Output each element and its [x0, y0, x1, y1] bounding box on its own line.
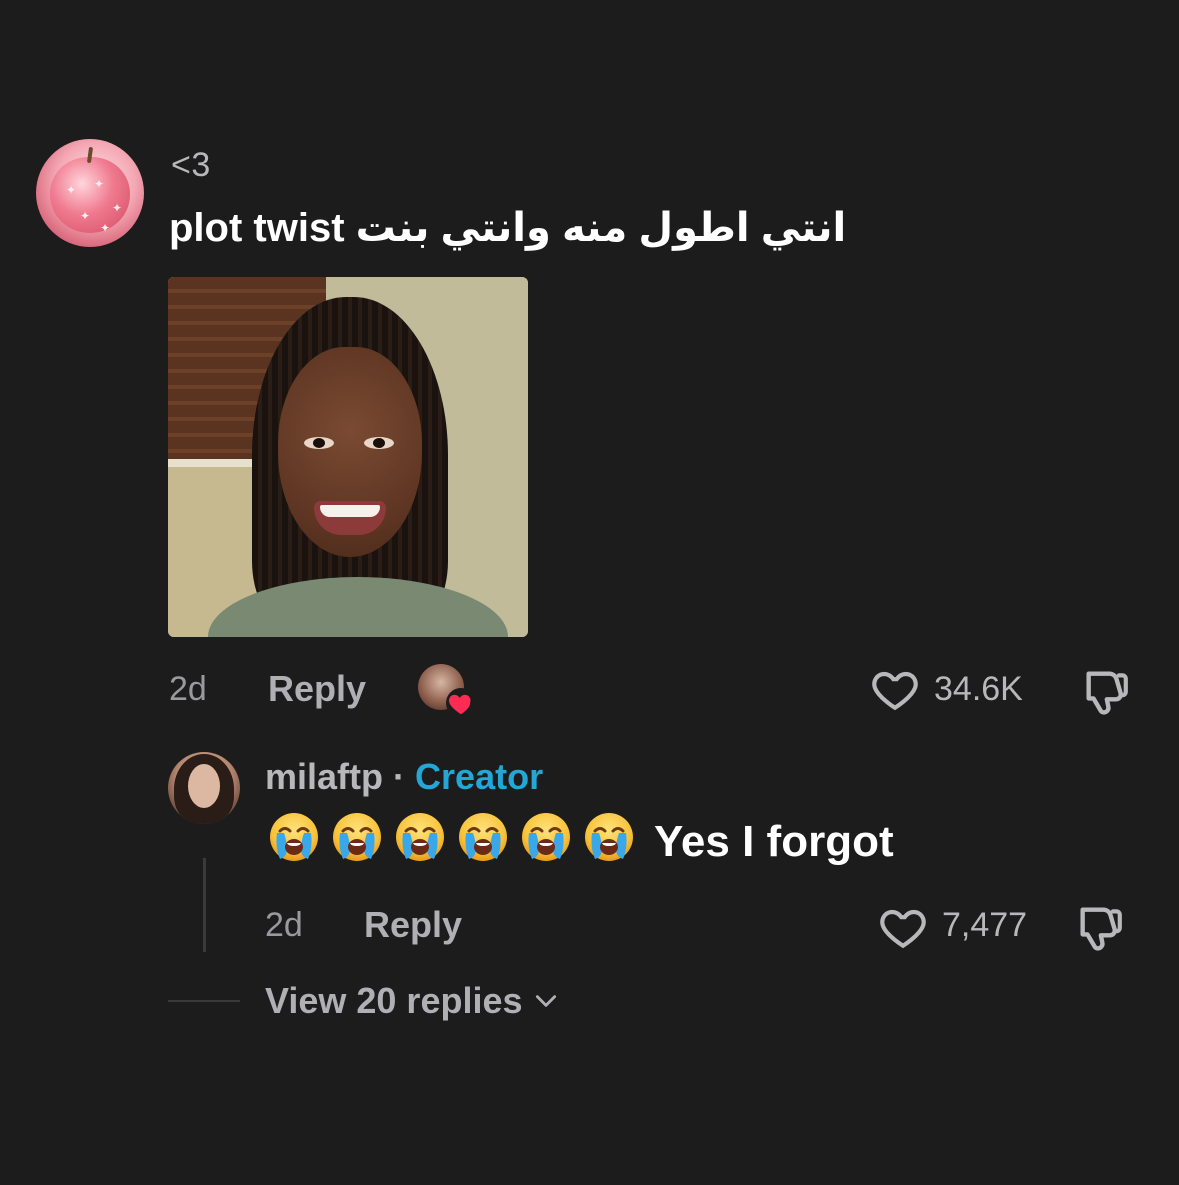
chevron-down-icon [533, 991, 559, 1011]
reply-button[interactable]: Reply [364, 904, 462, 946]
reply-username-line: milaftp · Creator [265, 756, 543, 798]
view-replies-label: View 20 replies [265, 980, 523, 1021]
loudly-crying-face-icon [583, 811, 635, 863]
like-count: 34.6K [934, 670, 1023, 708]
heart-outline-icon[interactable] [870, 666, 920, 712]
reply-button[interactable]: Reply [268, 668, 366, 710]
reply-username[interactable]: milaftp [265, 756, 383, 797]
like-count: 7,477 [942, 906, 1028, 944]
loudly-crying-face-icon [331, 811, 383, 863]
thumbs-down-icon[interactable] [1080, 666, 1132, 716]
reply-text-line: Yes I forgot [268, 812, 894, 872]
thread-line [203, 858, 206, 952]
commenter-avatar[interactable]: ✦ ✦ ✦ ✦ ✦ [36, 139, 144, 247]
view-replies-divider [168, 1000, 240, 1002]
thumbs-down-icon[interactable] [1074, 902, 1126, 952]
loudly-crying-face-icon [268, 811, 320, 863]
loudly-crying-face-icon [520, 811, 572, 863]
loudly-crying-face-icon [394, 811, 446, 863]
crying-emoji-group [268, 811, 646, 874]
comment-image[interactable] [168, 277, 528, 637]
creator-avatar[interactable] [168, 752, 240, 824]
reply-text: Yes I forgot [654, 817, 894, 866]
loudly-crying-face-icon [457, 811, 509, 863]
view-replies-button[interactable]: View 20 replies [265, 980, 559, 1022]
username-separator: · [393, 756, 406, 797]
comment-time: 2d [169, 670, 207, 708]
creator-liked-heart-icon [446, 688, 476, 718]
comment-text: انتي اطول منه وانتي بنت plot twist [169, 206, 847, 250]
reply-time: 2d [265, 906, 303, 944]
heart-outline-icon[interactable] [878, 904, 928, 950]
creator-badge: Creator [415, 756, 544, 797]
commenter-username[interactable]: <3 [171, 146, 211, 185]
